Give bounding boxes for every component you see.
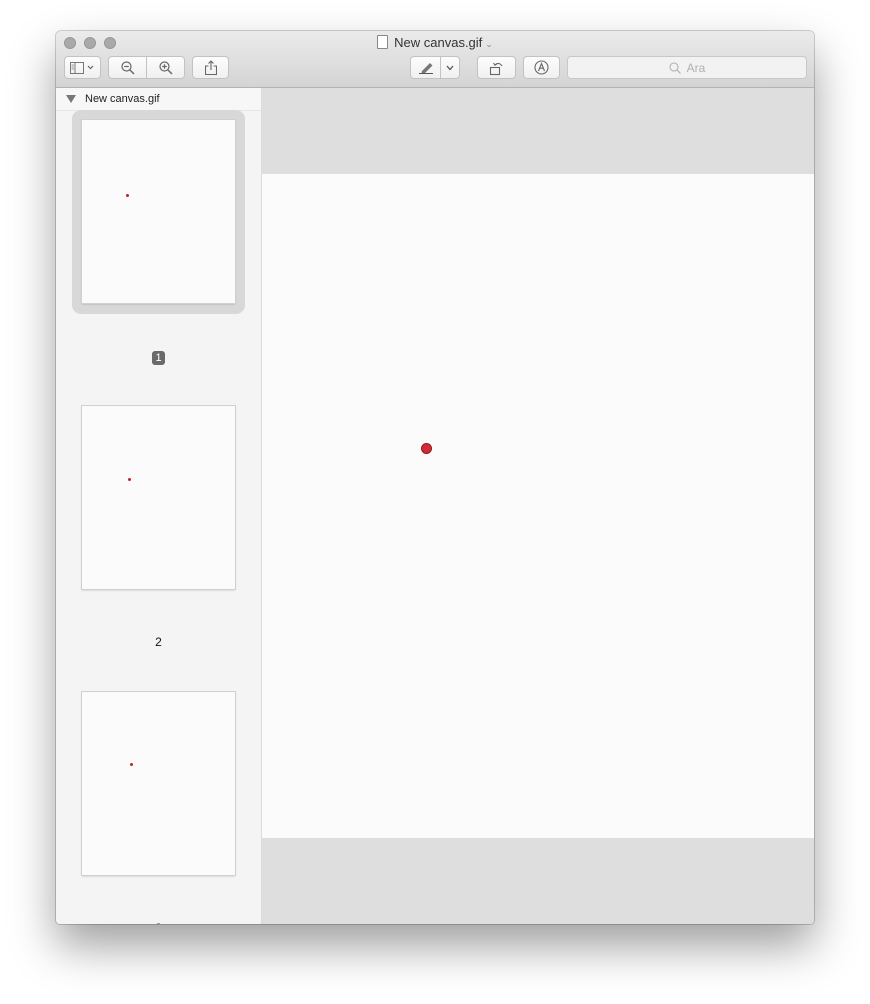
sidebar-document-header[interactable]: New canvas.gif xyxy=(56,88,261,111)
page-thumbnail-2[interactable] xyxy=(72,396,245,600)
chevron-down-icon: ⌄ xyxy=(485,39,493,49)
thumbnail-dot xyxy=(126,194,129,197)
markup-pen-button[interactable] xyxy=(410,56,441,79)
preview-window: New canvas.gif ⌄ Ara New canvas.gif 1 2 xyxy=(56,31,814,924)
page-thumbnail-1[interactable] xyxy=(72,110,245,314)
thumbnail-page xyxy=(82,692,235,875)
red-dot xyxy=(421,443,432,454)
window-title-text: New canvas.gif xyxy=(394,35,483,50)
window-title[interactable]: New canvas.gif ⌄ xyxy=(56,35,814,50)
search-field[interactable]: Ara xyxy=(567,56,807,79)
zoom-out-icon xyxy=(120,60,134,74)
markup-pen-menu-button[interactable] xyxy=(440,56,460,79)
document-icon xyxy=(377,35,389,49)
thumbnail-dot xyxy=(130,763,133,766)
thumbnail-sidebar[interactable]: New canvas.gif 1 2 3 xyxy=(56,88,262,924)
disclosure-triangle-icon[interactable] xyxy=(66,95,76,103)
title-bar[interactable]: New canvas.gif ⌄ Ara xyxy=(56,31,814,88)
markup-icon xyxy=(534,60,549,75)
rotate-button[interactable] xyxy=(477,56,516,79)
share-icon xyxy=(204,60,217,75)
page-number-3: 3 xyxy=(56,921,261,924)
document-viewer[interactable] xyxy=(262,88,814,924)
share-button[interactable] xyxy=(192,56,229,79)
sidebar-icon xyxy=(69,61,93,74)
markup-toolbar-button[interactable] xyxy=(523,56,560,79)
page-number-2: 2 xyxy=(155,635,162,649)
thumbnail-page xyxy=(82,120,235,303)
page-thumbnail-3[interactable] xyxy=(72,682,245,886)
page-number-1: 1 xyxy=(56,350,261,365)
search-placeholder: Ara xyxy=(686,60,706,75)
sidebar-document-name: New canvas.gif xyxy=(85,93,160,105)
thumbnail-page xyxy=(82,406,235,589)
sidebar-toggle-button[interactable] xyxy=(64,56,101,79)
thumbnail-dot xyxy=(128,478,131,481)
current-page xyxy=(262,174,814,838)
zoom-out-button[interactable] xyxy=(108,56,147,79)
highlighter-icon xyxy=(418,62,433,74)
zoom-in-button[interactable] xyxy=(146,56,185,79)
search-icon xyxy=(669,61,681,74)
rotate-icon xyxy=(489,62,502,75)
chevron-down-icon xyxy=(446,65,454,70)
zoom-in-icon xyxy=(158,60,172,74)
